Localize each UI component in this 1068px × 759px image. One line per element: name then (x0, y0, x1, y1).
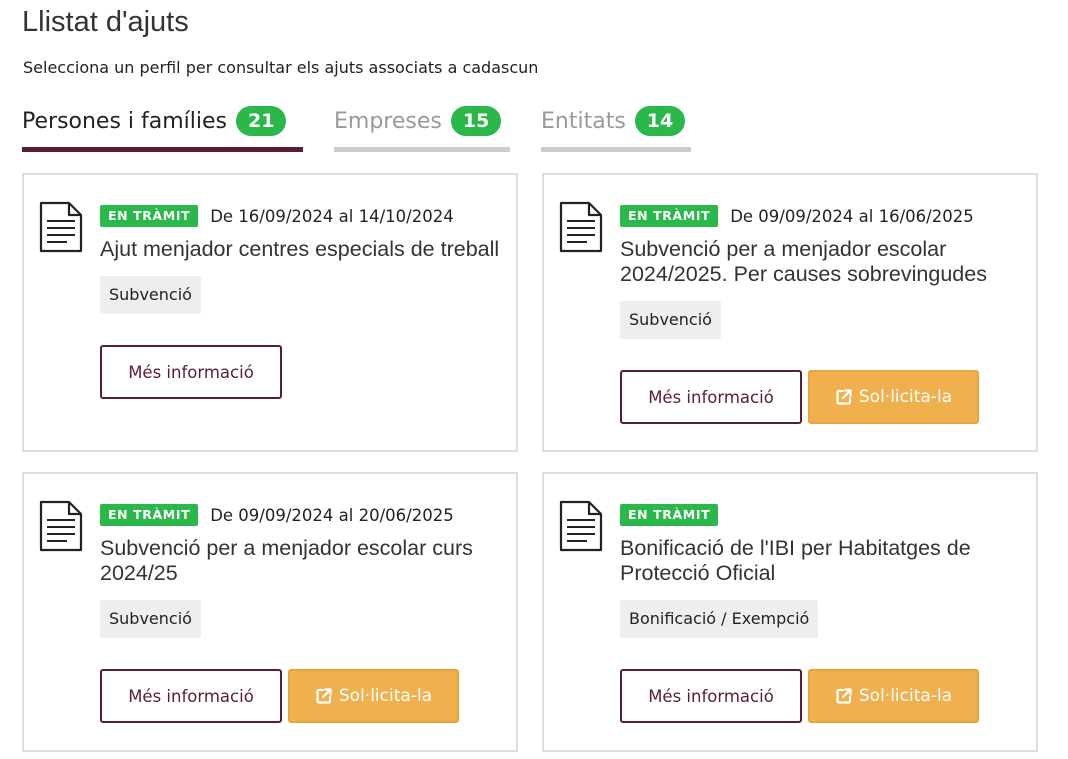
status-badge: EN TRÀMIT (620, 205, 719, 227)
aid-card: EN TRÀMIT Bonificació de l'IBI per Habit… (542, 472, 1038, 752)
aid-card: EN TRÀMIT De 09/09/2024 al 16/06/2025 Su… (542, 173, 1038, 452)
external-link-icon (316, 688, 332, 704)
document-icon (39, 500, 83, 552)
more-info-button[interactable]: Més informació (620, 370, 802, 424)
aid-type-tag: Subvenció (100, 276, 201, 314)
date-range: De 09/09/2024 al 20/06/2025 (210, 505, 454, 525)
status-badge: EN TRÀMIT (620, 504, 719, 526)
status-badge: EN TRÀMIT (100, 205, 199, 227)
tab-underline (541, 147, 691, 152)
aid-card: EN TRÀMIT De 09/09/2024 al 20/06/2025 Su… (22, 472, 518, 752)
aid-title: Subvenció per a menjador escolar 2024/20… (620, 237, 987, 286)
tab-entitats[interactable]: Entitats 14 (541, 100, 691, 152)
page-subtitle: Selecciona un perfil per consultar els a… (23, 58, 539, 77)
apply-button[interactable]: Sol·licita-la (808, 669, 979, 723)
tab-underline (334, 147, 510, 152)
document-icon (39, 201, 83, 253)
aid-type-tag: Subvenció (620, 301, 721, 339)
more-info-button[interactable]: Més informació (100, 345, 282, 399)
aid-title: Subvenció per a menjador escolar curs 20… (100, 536, 473, 585)
date-range: De 09/09/2024 al 16/06/2025 (730, 206, 974, 226)
aid-card: EN TRÀMIT De 16/09/2024 al 14/10/2024 Aj… (22, 173, 518, 452)
more-info-label: Més informació (648, 387, 774, 407)
aid-title: Bonificació de l'IBI per Habitatges de P… (620, 536, 971, 585)
document-icon (559, 500, 603, 552)
apply-button[interactable]: Sol·licita-la (288, 669, 459, 723)
more-info-label: Més informació (128, 686, 254, 706)
tab-persones-families[interactable]: Persones i famílies 21 (22, 100, 303, 152)
tab-count-badge: 14 (634, 106, 686, 136)
tab-label: Persones i famílies (22, 108, 228, 134)
external-link-icon (836, 688, 852, 704)
aid-type-tag: Subvenció (100, 600, 201, 638)
tab-label: Entitats (541, 108, 626, 134)
apply-label: Sol·licita-la (858, 387, 953, 407)
more-info-label: Més informació (648, 686, 774, 706)
more-info-button[interactable]: Més informació (100, 669, 282, 723)
document-icon (559, 201, 603, 253)
tab-count-badge: 15 (450, 106, 502, 136)
apply-label: Sol·licita-la (858, 686, 953, 706)
aid-type-tag: Bonificació / Exempció (620, 600, 819, 638)
apply-button[interactable]: Sol·licita-la (808, 370, 979, 424)
apply-label: Sol·licita-la (338, 686, 433, 706)
tab-underline (22, 147, 303, 152)
aid-title: Ajut menjador centres especials de treba… (100, 237, 500, 261)
date-range: De 16/09/2024 al 14/10/2024 (210, 206, 454, 226)
tab-empreses[interactable]: Empreses 15 (334, 100, 510, 152)
tab-count-badge: 21 (236, 106, 287, 136)
page-title: Llistat d'ajuts (22, 6, 189, 38)
more-info-label: Més informació (128, 362, 254, 382)
external-link-icon (836, 389, 852, 405)
tab-label: Empreses (334, 108, 442, 134)
more-info-button[interactable]: Més informació (620, 669, 802, 723)
status-badge: EN TRÀMIT (100, 504, 199, 526)
